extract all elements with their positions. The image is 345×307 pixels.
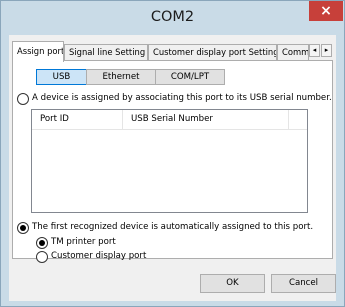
close-button[interactable]: ×: [309, 1, 343, 21]
column-header-usb-serial-number[interactable]: USB Serial Number: [123, 110, 289, 130]
cancel-button[interactable]: Cancel: [271, 274, 336, 293]
radio-first-recognized[interactable]: [17, 222, 29, 234]
dialog-window: COM2 × Assign port Signal line Setting C…: [0, 0, 345, 307]
radio-customer-display-port[interactable]: [36, 251, 48, 263]
window-title: COM2: [150, 9, 195, 25]
port-list-view[interactable]: Port ID USB Serial Number: [31, 109, 308, 213]
ok-button[interactable]: OK: [200, 274, 265, 293]
tab-customer-display-port-setting[interactable]: Customer display port Setting: [148, 44, 277, 60]
tab-assign-port[interactable]: Assign port: [12, 41, 64, 62]
assign-port-panel: USB Ethernet COM/LPT A device is assigne…: [12, 60, 333, 263]
segment-com-lpt-button[interactable]: COM/LPT: [155, 69, 225, 85]
title-bar[interactable]: COM2 ×: [1, 1, 344, 35]
radio-tm-printer-port-label: TM printer port: [51, 237, 116, 247]
list-header: Port ID USB Serial Number: [32, 110, 307, 130]
tab-signal-line-setting[interactable]: Signal line Setting: [64, 44, 148, 60]
tab-command[interactable]: Command (: [277, 44, 309, 60]
radio-customer-display-port-label: Customer display port: [51, 251, 147, 261]
segment-ethernet-button[interactable]: Ethernet: [86, 69, 156, 85]
radio-first-recognized-label: The first recognized device is automatic…: [32, 222, 314, 232]
column-header-port-id[interactable]: Port ID: [32, 110, 123, 130]
radio-usb-serial-assoc[interactable]: [17, 93, 29, 105]
tab-scroll-left-icon[interactable]: ◂: [309, 44, 320, 57]
segment-usb-button[interactable]: USB: [36, 69, 87, 85]
tab-bar: Assign port Signal line Setting Customer…: [12, 41, 334, 62]
radio-tm-printer-port[interactable]: [36, 237, 48, 249]
tab-scroll-right-icon[interactable]: ▸: [321, 44, 332, 57]
radio-usb-serial-assoc-label: A device is assigned by associating this…: [32, 93, 332, 103]
dialog-client-area: Assign port Signal line Setting Customer…: [9, 35, 336, 301]
